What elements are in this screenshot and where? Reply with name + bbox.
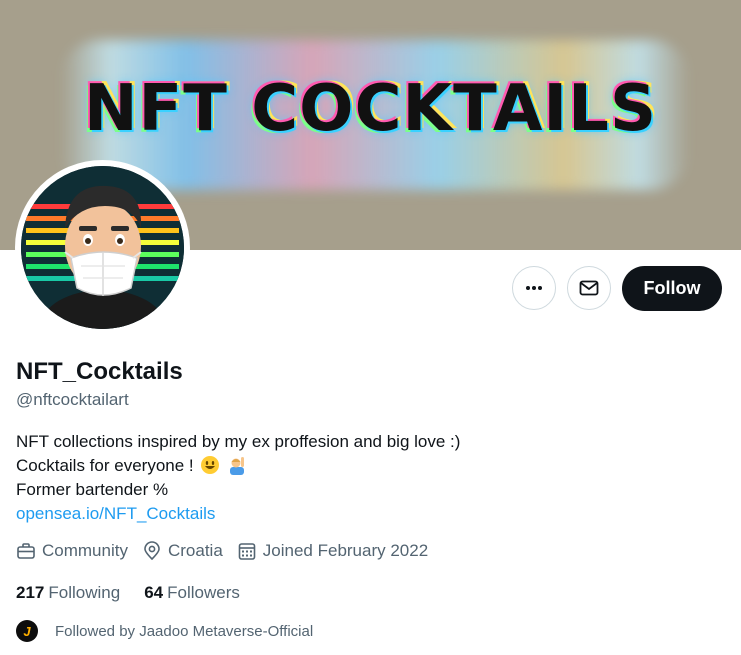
- user-handle: @nftcocktailart: [16, 390, 129, 409]
- category-text: Community: [42, 541, 128, 560]
- followed-by[interactable]: J Followed by Jaadoo Metaverse-Official: [16, 620, 313, 642]
- bio-line: Former bartender %: [16, 480, 169, 499]
- message-button[interactable]: [567, 266, 611, 310]
- grinning-face-emoji-icon: [201, 456, 220, 474]
- category-item: Community: [16, 541, 128, 561]
- profile-bio: NFT collections inspired by my ex proffe…: [16, 430, 460, 526]
- location-pin-icon: [144, 541, 160, 561]
- briefcase-icon: [17, 543, 35, 559]
- more-horizontal-icon: [526, 286, 542, 290]
- profile-meta: Community Croatia Joined February 2022: [16, 541, 442, 561]
- calendar-icon: [238, 543, 256, 560]
- profile-website-link[interactable]: opensea.io/NFT_Cocktails: [16, 502, 460, 526]
- following-count: 217: [16, 583, 45, 602]
- followers-count: 64: [144, 583, 164, 602]
- location-item: Croatia: [142, 541, 223, 561]
- joined-text: Joined February 2022: [262, 541, 429, 560]
- follower-avatar: J: [16, 620, 38, 642]
- followers-link[interactable]: 64 Followers: [144, 583, 240, 603]
- bio-line: NFT collections inspired by my ex proffe…: [16, 432, 461, 451]
- following-link[interactable]: 217 Following: [16, 583, 120, 603]
- display-name: NFT_Cocktails: [16, 358, 183, 385]
- location-text: Croatia: [167, 541, 223, 560]
- more-button[interactable]: [512, 266, 556, 310]
- follow-stats: 217 Following 64 Followers: [16, 583, 264, 603]
- person-raising-hand-emoji-icon: [230, 457, 245, 475]
- bio-text: Cocktails for everyone !: [16, 456, 194, 475]
- followed-by-text: Followed by Jaadoo Metaverse-Official: [55, 622, 314, 640]
- avatar-image: [21, 166, 184, 329]
- profile-avatar[interactable]: [15, 160, 190, 335]
- bio-line: Cocktails for everyone !: [16, 454, 460, 478]
- followers-label: Followers: [167, 583, 240, 602]
- following-label: Following: [48, 583, 121, 602]
- joined-item: Joined February 2022: [237, 541, 428, 561]
- banner-title: NFT COCKTAILS: [83, 72, 658, 146]
- follow-button[interactable]: Follow: [622, 266, 722, 311]
- profile-page: NFT COCKTAILS Follow NFT_Cocktails @nftc…: [0, 0, 741, 655]
- envelope-icon: [579, 280, 599, 296]
